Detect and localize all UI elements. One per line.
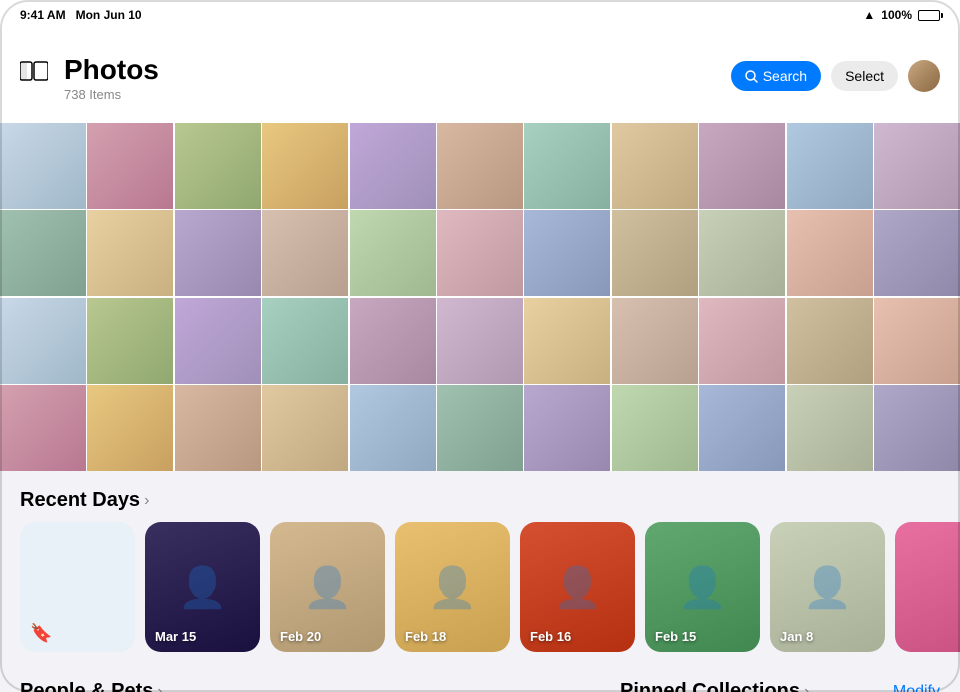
photo-cell[interactable] [524, 385, 610, 471]
photo-cell[interactable] [787, 210, 873, 296]
photo-cell[interactable] [524, 210, 610, 296]
photo-cell[interactable] [612, 210, 698, 296]
battery-label: 100% [881, 8, 912, 22]
photo-cell[interactable] [350, 210, 436, 296]
status-icons: ▲ 100% [863, 8, 940, 22]
recent-days-scroll[interactable]: 🔖 👤 Mar 15 👤 Feb 20 👤 Feb 18 👤 [0, 522, 960, 662]
photo-cell[interactable] [437, 123, 523, 209]
day-label: Feb 16 [530, 629, 571, 644]
photo-cell[interactable] [262, 210, 348, 296]
avatar[interactable] [908, 60, 940, 92]
photo-cell[interactable] [175, 385, 261, 471]
status-time: 9:41 AM [20, 8, 66, 22]
status-time-date: 9:41 AM Mon Jun 10 [20, 8, 142, 22]
photo-cell[interactable] [0, 385, 86, 471]
status-date: Mon Jun 10 [76, 8, 142, 22]
photo-cell[interactable] [262, 123, 348, 209]
photo-cell[interactable] [787, 385, 873, 471]
modify-button[interactable]: Modify [893, 683, 940, 692]
photo-cell[interactable] [874, 385, 960, 471]
photo-cell[interactable] [175, 123, 261, 209]
day-label: Feb 18 [405, 629, 446, 644]
photo-cell[interactable] [612, 298, 698, 384]
photo-cell[interactable] [874, 210, 960, 296]
recent-days-header: Recent Days › [0, 471, 960, 522]
photo-cell[interactable] [612, 123, 698, 209]
photo-cell[interactable] [87, 298, 173, 384]
photo-cell[interactable] [0, 298, 86, 384]
photo-cell[interactable] [87, 210, 173, 296]
recent-day-card-jan8[interactable]: 👤 Jan 8 [770, 522, 885, 652]
recent-days-title: Recent Days [20, 489, 140, 512]
photo-cell[interactable] [612, 385, 698, 471]
recent-days-title-group[interactable]: Recent Days › [20, 489, 149, 512]
recent-days-chevron: › [144, 492, 149, 510]
recent-day-card-feb20[interactable]: 👤 Feb 20 [270, 522, 385, 652]
recent-day-card-extra[interactable] [895, 522, 960, 652]
recent-day-card-feb18[interactable]: 👤 Feb 18 [395, 522, 510, 652]
photo-cell[interactable] [0, 123, 86, 209]
day-label: Feb 15 [655, 629, 696, 644]
recent-days-section: Recent Days › 🔖 👤 Mar 15 👤 Feb 20 👤 [0, 471, 960, 662]
photo-cell[interactable] [699, 210, 785, 296]
people-chevron: › [157, 683, 162, 692]
page-title: Photos [64, 54, 159, 86]
photo-cell[interactable] [699, 123, 785, 209]
photo-cell[interactable] [350, 123, 436, 209]
people-header: People & Pets › [0, 662, 590, 692]
photo-cell[interactable] [262, 385, 348, 471]
photo-cell[interactable] [699, 298, 785, 384]
people-section: People & Pets › 👤👤♥Collins👤Doe👤Tatu... [0, 662, 600, 692]
day-label: Mar 15 [155, 629, 196, 644]
pinned-title-group[interactable]: Pinned Collections › [620, 680, 809, 692]
search-icon [745, 70, 758, 83]
photo-cell[interactable] [524, 298, 610, 384]
people-title: People & Pets [20, 680, 153, 692]
battery-icon [918, 10, 940, 21]
photo-cell[interactable] [699, 385, 785, 471]
recent-day-card-mar15[interactable]: 👤 Mar 15 [145, 522, 260, 652]
bottom-sections: People & Pets › 👤👤♥Collins👤Doe👤Tatu... P… [0, 662, 960, 692]
photo-cell[interactable] [175, 210, 261, 296]
people-title-group[interactable]: People & Pets › [20, 680, 163, 692]
day-label: Jan 8 [780, 629, 813, 644]
photo-cell[interactable] [787, 298, 873, 384]
photo-cell[interactable] [0, 210, 86, 296]
bookmark-icon: 🔖 [30, 623, 52, 644]
pinned-chevron: › [804, 683, 809, 692]
status-bar: 9:41 AM Mon Jun 10 ▲ 100% [0, 0, 960, 26]
pinned-section: Pinned Collections › Modify ♥ Favorites … [600, 662, 960, 692]
search-label: Search [763, 68, 807, 84]
photo-cell[interactable] [87, 385, 173, 471]
photo-grid-section: 9:41 AM Mon Jun 10 ▲ 100% Photos [0, 0, 960, 471]
select-button[interactable]: Select [831, 61, 898, 91]
photo-cell[interactable] [524, 123, 610, 209]
photo-cell[interactable] [87, 123, 173, 209]
header-actions: Search Select [731, 60, 940, 92]
photo-cell[interactable] [437, 210, 523, 296]
photo-cell[interactable] [437, 298, 523, 384]
photo-cell[interactable] [350, 298, 436, 384]
pinned-title: Pinned Collections [620, 680, 800, 692]
recent-day-card-feb15[interactable]: 👤 Feb 15 [645, 522, 760, 652]
recent-day-card-bookmarked[interactable]: 🔖 [20, 522, 135, 652]
photo-cell[interactable] [175, 298, 261, 384]
pinned-header: Pinned Collections › Modify [600, 662, 960, 692]
collections-area: Recent Days › 🔖 👤 Mar 15 👤 Feb 20 👤 [0, 471, 960, 692]
recent-day-card-feb16[interactable]: 👤 Feb 16 [520, 522, 635, 652]
sidebar-toggle-icon[interactable] [20, 60, 48, 82]
photo-cell[interactable] [874, 123, 960, 209]
photo-cell[interactable] [437, 385, 523, 471]
photo-cell[interactable] [262, 298, 348, 384]
item-count: 738 Items [64, 87, 159, 102]
photo-cell[interactable] [787, 123, 873, 209]
photo-cell[interactable] [350, 385, 436, 471]
photo-cell[interactable] [874, 298, 960, 384]
app-header: Photos 738 Items Search Select [0, 24, 960, 108]
wifi-icon: ▲ [863, 8, 875, 22]
main-scroll[interactable]: 9:41 AM Mon Jun 10 ▲ 100% Photos [0, 0, 960, 692]
search-button[interactable]: Search [731, 61, 821, 91]
header-left: Photos 738 Items [20, 54, 159, 102]
day-label: Feb 20 [280, 629, 321, 644]
